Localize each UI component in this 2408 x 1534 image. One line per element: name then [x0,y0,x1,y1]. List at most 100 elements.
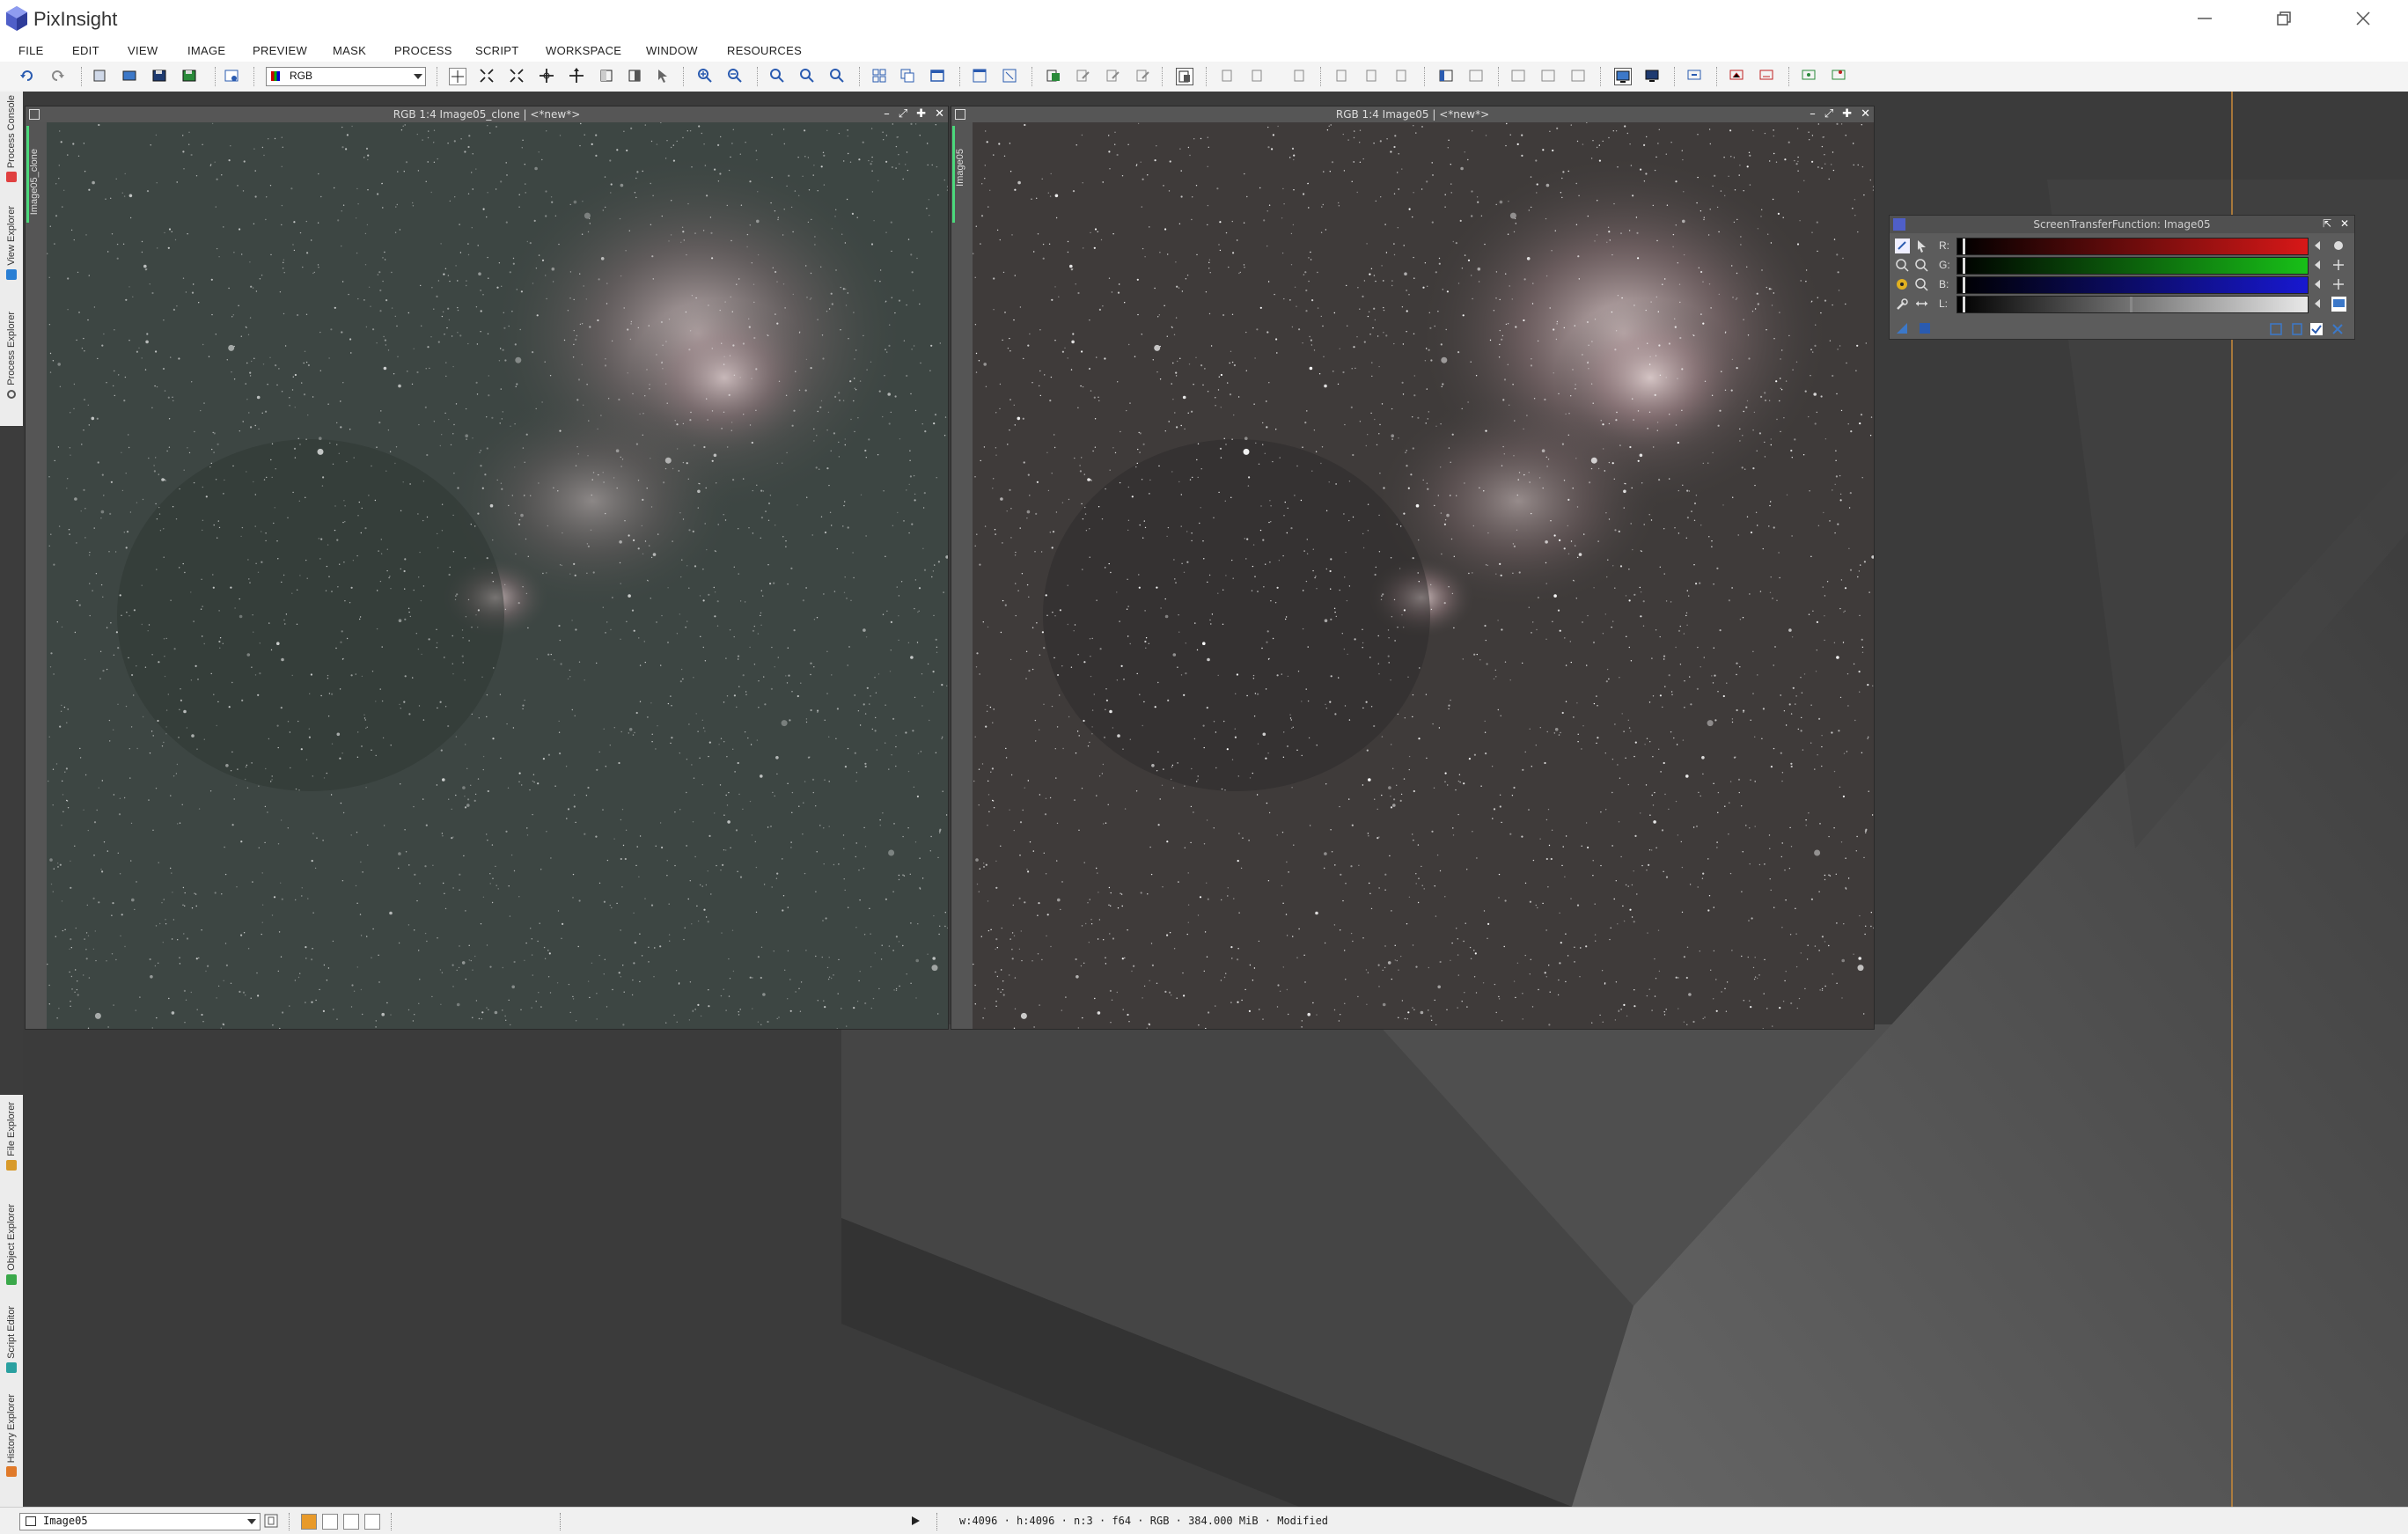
restore-button[interactable] [2244,0,2324,37]
link-channels-icon[interactable] [1895,239,1910,253]
reset-channel-icon[interactable] [2312,277,2327,292]
menu-view[interactable]: VIEW [128,44,158,57]
zoom-fit-icon[interactable] [479,68,495,84]
image-window-clone[interactable]: RGB 1:4 Image05_clone | <*new*> – ⤢ ✚ ✕ … [25,106,949,1030]
monitor-icon[interactable] [2331,297,2346,312]
stf-screen-icon[interactable] [1614,68,1632,85]
stf-auto-icon[interactable] [1644,68,1660,84]
shadow-handle[interactable] [1963,297,1965,312]
shadow-handle[interactable] [1963,258,1965,274]
menu-process[interactable]: PROCESS [394,44,452,57]
process-icon-6[interactable] [1394,68,1410,84]
workspace-icon-2[interactable] [1831,68,1846,84]
track-view-icon[interactable] [2270,323,2282,335]
menu-mask[interactable]: MASK [333,44,366,57]
radiation-icon[interactable] [1895,277,1910,292]
zoom-out-icon[interactable] [1914,277,1929,292]
mask-invert-icon[interactable] [1135,68,1151,84]
new-instance-icon[interactable] [1897,323,1907,334]
close-icon[interactable]: ✕ [2340,217,2349,230]
crosshair-icon[interactable] [2331,258,2346,273]
menu-file[interactable]: FILE [18,44,44,57]
reset-icon[interactable] [2331,323,2344,335]
process-icon-1[interactable] [1220,68,1236,84]
stf-window[interactable]: ScreenTransferFunction: Image05 ⇱ ✕ R: G… [1889,215,2355,340]
workspace-icon-1[interactable] [1801,68,1817,84]
menu-image[interactable]: IMAGE [187,44,225,57]
maximize-icon[interactable]: ✚ [916,106,926,122]
cascade-windows-icon[interactable] [899,68,915,84]
object-explorer-tab[interactable]: Object Explorer [2,1204,21,1285]
histogram-icon[interactable] [1729,68,1744,84]
process-icon-2[interactable] [1250,68,1266,84]
zoom-in-icon[interactable] [1895,258,1910,273]
stf-slider-r[interactable] [1956,238,2309,255]
apply-global-icon[interactable] [1920,323,1930,334]
view-list-icon[interactable] [264,1514,278,1528]
layout-icon-3[interactable] [1570,68,1586,84]
shadow-handle[interactable] [1963,239,1965,254]
menu-edit[interactable]: EDIT [72,44,99,57]
stf-slider-b[interactable] [1956,276,2309,294]
shrink-window-icon[interactable] [1002,68,1017,84]
redo-icon[interactable] [49,68,65,84]
blue-channel-button[interactable] [364,1514,380,1530]
process-explorer-tab[interactable]: Process Explorer [2,312,21,400]
new-preview-icon[interactable] [598,68,614,84]
menu-preview[interactable]: PREVIEW [253,44,307,57]
process-console-tab[interactable]: Process Console [2,95,21,182]
zoom-in-icon[interactable] [697,68,713,84]
close-button[interactable] [2324,0,2403,37]
fit-window-icon[interactable] [972,68,987,84]
reset-channel-icon[interactable] [2312,297,2327,312]
statistics-icon[interactable] [1758,68,1774,84]
red-channel-button[interactable] [322,1514,338,1530]
mask-remove-icon[interactable] [1105,68,1121,84]
image-canvas-main[interactable] [973,122,1874,1029]
reset-channel-icon[interactable] [2312,258,2327,273]
save-image-icon[interactable] [151,68,167,84]
view-explorer-tab[interactable]: View Explorer [2,206,21,280]
color-space-select[interactable]: RGB [266,67,426,86]
rgb-channel-button[interactable] [301,1514,317,1530]
save-as-icon[interactable] [181,68,197,84]
minimize-button[interactable] [2165,0,2244,37]
window-menu-icon[interactable] [29,109,40,120]
view-tab-clone[interactable]: Image05_clone [26,122,47,1029]
history-explorer-tab[interactable]: History Explorer [2,1394,21,1477]
minimize-icon[interactable]: – [884,106,890,122]
zoom-1-4-icon[interactable] [829,68,845,84]
view-selector[interactable]: Image05 [19,1513,261,1530]
image-window-main[interactable]: RGB 1:4 Image05 | <*new*> – ⤢ ✚ ✕ Image0… [951,106,1875,1030]
stf-slider-l[interactable] [1956,296,2309,313]
maximize-icon[interactable]: ✚ [1842,106,1852,122]
process-icon-4[interactable] [1334,68,1350,84]
script-editor-tab[interactable]: Script Editor [2,1306,21,1373]
zoom-fill-icon[interactable] [509,68,525,84]
maximize-window-icon[interactable] [929,68,945,84]
pan-mode-icon[interactable] [569,68,584,84]
shade-icon[interactable]: ⇱ [2323,217,2331,230]
zoom-out-icon[interactable] [727,68,743,84]
zoom-1-1-icon[interactable] [769,68,785,84]
horizontal-arrows-icon[interactable] [1914,297,1929,312]
auto-stretch-icon[interactable] [2331,239,2346,253]
stf-slider-g[interactable] [1956,257,2309,275]
shadow-handle[interactable] [1963,277,1965,293]
select-arrow-icon[interactable] [655,68,671,84]
close-icon[interactable]: ✕ [935,106,944,122]
shade-icon[interactable]: ⤢ [1824,106,1833,122]
panel-split-icon[interactable] [1468,68,1484,84]
readout-mode-icon[interactable] [449,68,466,85]
undo-icon[interactable] [19,68,35,84]
menu-resources[interactable]: RESOURCES [727,44,802,57]
midtones-handle[interactable] [2130,297,2133,312]
mask-enable-icon[interactable] [1046,68,1061,84]
menu-workspace[interactable]: WORKSPACE [546,44,621,57]
close-icon[interactable]: ✕ [1861,106,1870,122]
window-menu-icon[interactable] [955,109,965,120]
edit-preview-icon[interactable] [627,68,642,84]
checkmark-icon[interactable] [2310,323,2323,335]
file-explorer-tab[interactable]: File Explorer [2,1102,21,1171]
zoom-1-icon[interactable] [1914,258,1929,273]
